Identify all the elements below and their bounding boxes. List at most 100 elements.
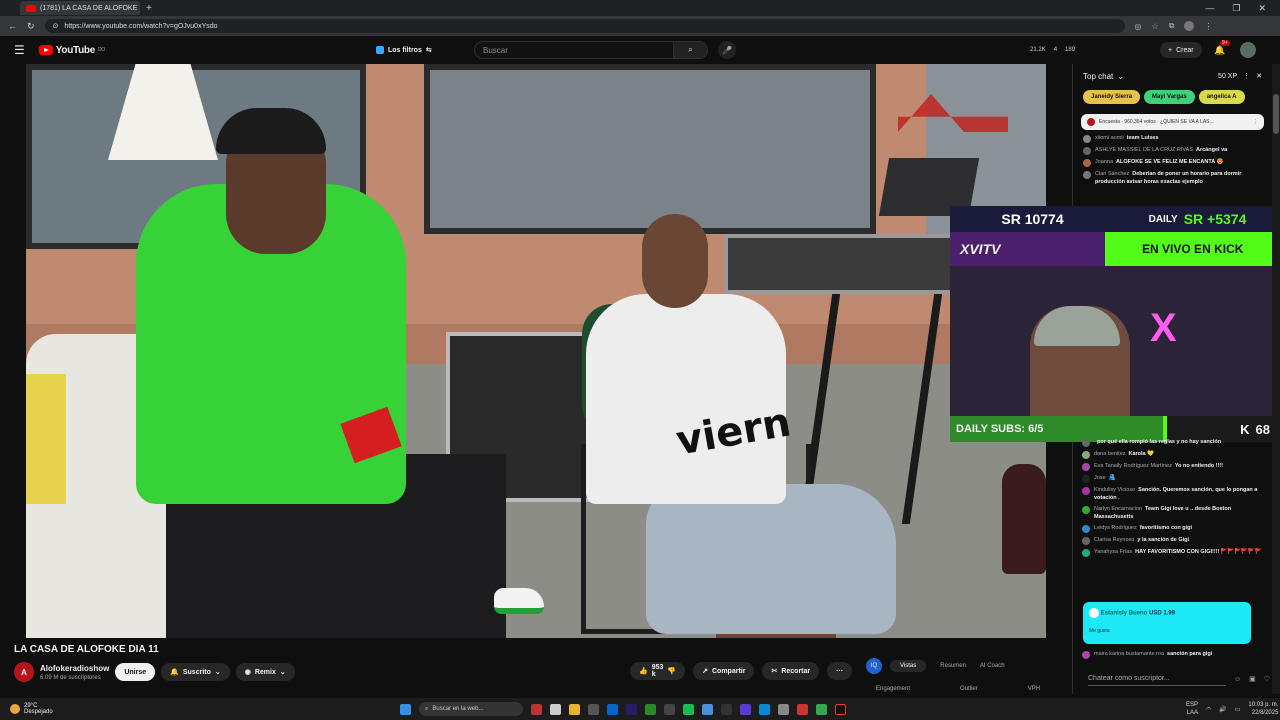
volume-icon[interactable]: 🔊 bbox=[1219, 706, 1226, 713]
language-indicator[interactable]: ESP LAA bbox=[1186, 701, 1198, 717]
close-chat-icon[interactable]: ✕ bbox=[1256, 72, 1262, 80]
notifications-bell-icon[interactable]: 🔔 9+ bbox=[1214, 39, 1230, 56]
file-explorer-icon[interactable] bbox=[569, 703, 580, 715]
wifi-icon[interactable]: ◠ bbox=[1206, 706, 1211, 713]
donation-user[interactable]: Estanisly Bueno bbox=[1101, 611, 1148, 617]
pinned-user-pill[interactable]: angelica A bbox=[1198, 90, 1245, 104]
tiktok-icon[interactable] bbox=[835, 703, 846, 715]
chat-username[interactable]: Jose bbox=[1094, 475, 1106, 481]
chevron-down-icon[interactable]: ⌄ bbox=[1117, 72, 1124, 81]
windows-start-icon[interactable] bbox=[400, 703, 411, 715]
overlay-sr-total: SR 10774 bbox=[950, 206, 1115, 232]
create-button[interactable]: + Crear bbox=[1160, 42, 1202, 58]
bookmark-star-icon[interactable]: ☆ bbox=[1152, 22, 1159, 31]
clip-button[interactable]: ✂ Recortar bbox=[762, 662, 820, 680]
filters-button[interactable]: Los filtros ⇆ bbox=[376, 46, 432, 54]
chat-message: maira karina bustamante roa sanción para … bbox=[1082, 650, 1258, 659]
youtube-logo[interactable]: YouTube DO bbox=[38, 45, 105, 56]
chat-username[interactable]: dana benitez bbox=[1094, 451, 1126, 457]
chat-username[interactable]: ASHLYE MASSIEL DE LA CRUZ RIVAS bbox=[1095, 147, 1193, 153]
app-icon[interactable] bbox=[721, 703, 732, 715]
user-avatar[interactable] bbox=[1240, 42, 1256, 58]
new-tab-button[interactable]: + bbox=[146, 3, 152, 14]
search-box[interactable]: Buscar ⌕ bbox=[474, 41, 708, 59]
chat-username[interactable]: Joanna bbox=[1095, 159, 1113, 165]
chat-text: HAY FAVORITISMO CON GIGI!!!! 🚩🚩🚩🚩🚩🚩 bbox=[1135, 549, 1262, 555]
heart-icon[interactable]: ♡ bbox=[1264, 675, 1270, 683]
battery-icon[interactable]: ▭ bbox=[1235, 706, 1241, 713]
channel-name[interactable]: Alofokeradioshow bbox=[40, 664, 109, 673]
tab-resumen[interactable]: Resumen bbox=[940, 660, 966, 672]
chrome-icon[interactable] bbox=[816, 703, 827, 715]
microphone-icon[interactable]: 🎤 bbox=[718, 41, 736, 59]
share-button[interactable]: ↗ Compartir bbox=[693, 662, 755, 680]
app-icon[interactable] bbox=[797, 703, 808, 715]
analytics-extension-icon[interactable]: IQ bbox=[866, 658, 882, 674]
video-player[interactable]: viern bbox=[26, 64, 1046, 638]
profile-avatar[interactable] bbox=[1184, 21, 1195, 31]
extension-icon[interactable]: ◎ bbox=[1135, 22, 1142, 31]
app-icon[interactable] bbox=[702, 703, 713, 715]
app-icon[interactable] bbox=[664, 703, 675, 715]
app-icon[interactable] bbox=[531, 703, 542, 715]
app-icon[interactable] bbox=[550, 703, 561, 715]
site-info-icon[interactable]: ⊙ bbox=[53, 22, 59, 30]
super-chat-donation[interactable]: Estanisly Bueno USD 1.99 Me gusta bbox=[1083, 602, 1251, 644]
more-actions-button[interactable]: ··· bbox=[827, 662, 853, 680]
maximize-button[interactable]: ❐ bbox=[1232, 3, 1240, 14]
chat-username[interactable]: Clari Sánchez bbox=[1095, 171, 1129, 177]
spotify-icon[interactable] bbox=[683, 703, 694, 715]
pinned-user-pill[interactable]: Mayi Vargas bbox=[1144, 90, 1195, 104]
chat-poll-banner[interactable]: Encuesta · 960,364 votos · ¿QUIEN SE VA … bbox=[1081, 114, 1264, 130]
overlay-webcam: X bbox=[950, 266, 1280, 416]
xp-badge[interactable]: 50 XP bbox=[1218, 73, 1237, 80]
dislike-icon[interactable]: 👎 bbox=[667, 667, 676, 675]
remix-button[interactable]: ◉ Remix ⌄ bbox=[235, 663, 295, 681]
chat-username[interactable]: Eva Tanaily Rodríguez Martínez bbox=[1094, 463, 1172, 469]
puzzle-icon[interactable]: ⧉ bbox=[1169, 21, 1175, 31]
edge-icon[interactable] bbox=[759, 703, 770, 715]
reload-icon[interactable]: ↻ bbox=[27, 21, 35, 32]
super-chat-icon[interactable]: ▣ bbox=[1249, 675, 1256, 683]
tab-vistas[interactable]: Vistas bbox=[890, 660, 927, 672]
close-window-button[interactable]: ✕ bbox=[1258, 3, 1266, 14]
channel-avatar[interactable]: A bbox=[14, 662, 34, 682]
scrollbar-thumb[interactable] bbox=[1273, 94, 1279, 134]
premiere-icon[interactable] bbox=[626, 703, 637, 715]
chat-username[interactable]: xiiomi aomii bbox=[1095, 135, 1124, 141]
back-icon[interactable]: ← bbox=[8, 21, 17, 31]
chat-username[interactable]: maira karina bustamante roa bbox=[1094, 651, 1164, 657]
chat-message: Eva Tanaily Rodríguez Martínez Yo no enti… bbox=[1082, 462, 1262, 471]
pinned-user-pill[interactable]: Janeidy Sierra bbox=[1083, 90, 1141, 104]
hamburger-menu-icon[interactable]: ☰ bbox=[14, 43, 25, 57]
donation-like[interactable]: Me gusta bbox=[1089, 628, 1245, 634]
outlook-icon[interactable] bbox=[607, 703, 618, 715]
chat-username[interactable]: Clarisa Reynoso bbox=[1094, 537, 1134, 543]
tab-ai-coach[interactable]: AI Coach bbox=[980, 660, 1005, 672]
weather-widget[interactable]: 29°C Despejado bbox=[10, 703, 53, 715]
poll-menu-icon[interactable]: ⋮ bbox=[1253, 119, 1258, 125]
chat-username[interactable]: Kindulisy Vicioso bbox=[1094, 487, 1135, 493]
xbox-icon[interactable] bbox=[645, 703, 656, 715]
like-button[interactable]: 👍 953 k 👎 bbox=[630, 662, 686, 680]
chat-mode-dropdown[interactable]: Top chat bbox=[1083, 72, 1113, 81]
app-icon[interactable] bbox=[588, 703, 599, 715]
chat-username[interactable]: Leidys Rodríguez bbox=[1094, 525, 1137, 531]
chat-username[interactable]: Yanahysa Frías bbox=[1094, 549, 1132, 555]
app-icon[interactable] bbox=[778, 703, 789, 715]
system-clock[interactable]: 10:03 p. m. 22/8/2025 bbox=[1248, 701, 1278, 717]
minimize-button[interactable]: — bbox=[1205, 3, 1214, 14]
search-icon[interactable]: ⌕ bbox=[673, 42, 707, 58]
chat-username[interactable]: Narlyn Encarnacion bbox=[1094, 506, 1142, 512]
join-button[interactable]: Unirse bbox=[115, 663, 156, 681]
taskbar-search[interactable]: ⌕ Buscar en la web... bbox=[419, 702, 523, 716]
subscribed-button[interactable]: 🔔 Suscrito ⌄ bbox=[161, 663, 230, 681]
browser-tab-youtube[interactable]: (1781) LA CASA DE ALOFOKE × bbox=[20, 1, 140, 15]
emoji-icon[interactable]: ☺ bbox=[1234, 676, 1241, 683]
menu-dots-icon[interactable]: ⋮ bbox=[1204, 22, 1212, 31]
app-icon[interactable] bbox=[740, 703, 751, 715]
address-bar[interactable]: ⊙ https://www.youtube.com/watch?v=gOJvu0… bbox=[44, 19, 1125, 33]
page-scrollbar[interactable] bbox=[1272, 64, 1280, 694]
chat-menu-icon[interactable]: ⋮ bbox=[1243, 72, 1250, 80]
chat-input[interactable]: Chatear como suscriptor... bbox=[1088, 672, 1226, 686]
